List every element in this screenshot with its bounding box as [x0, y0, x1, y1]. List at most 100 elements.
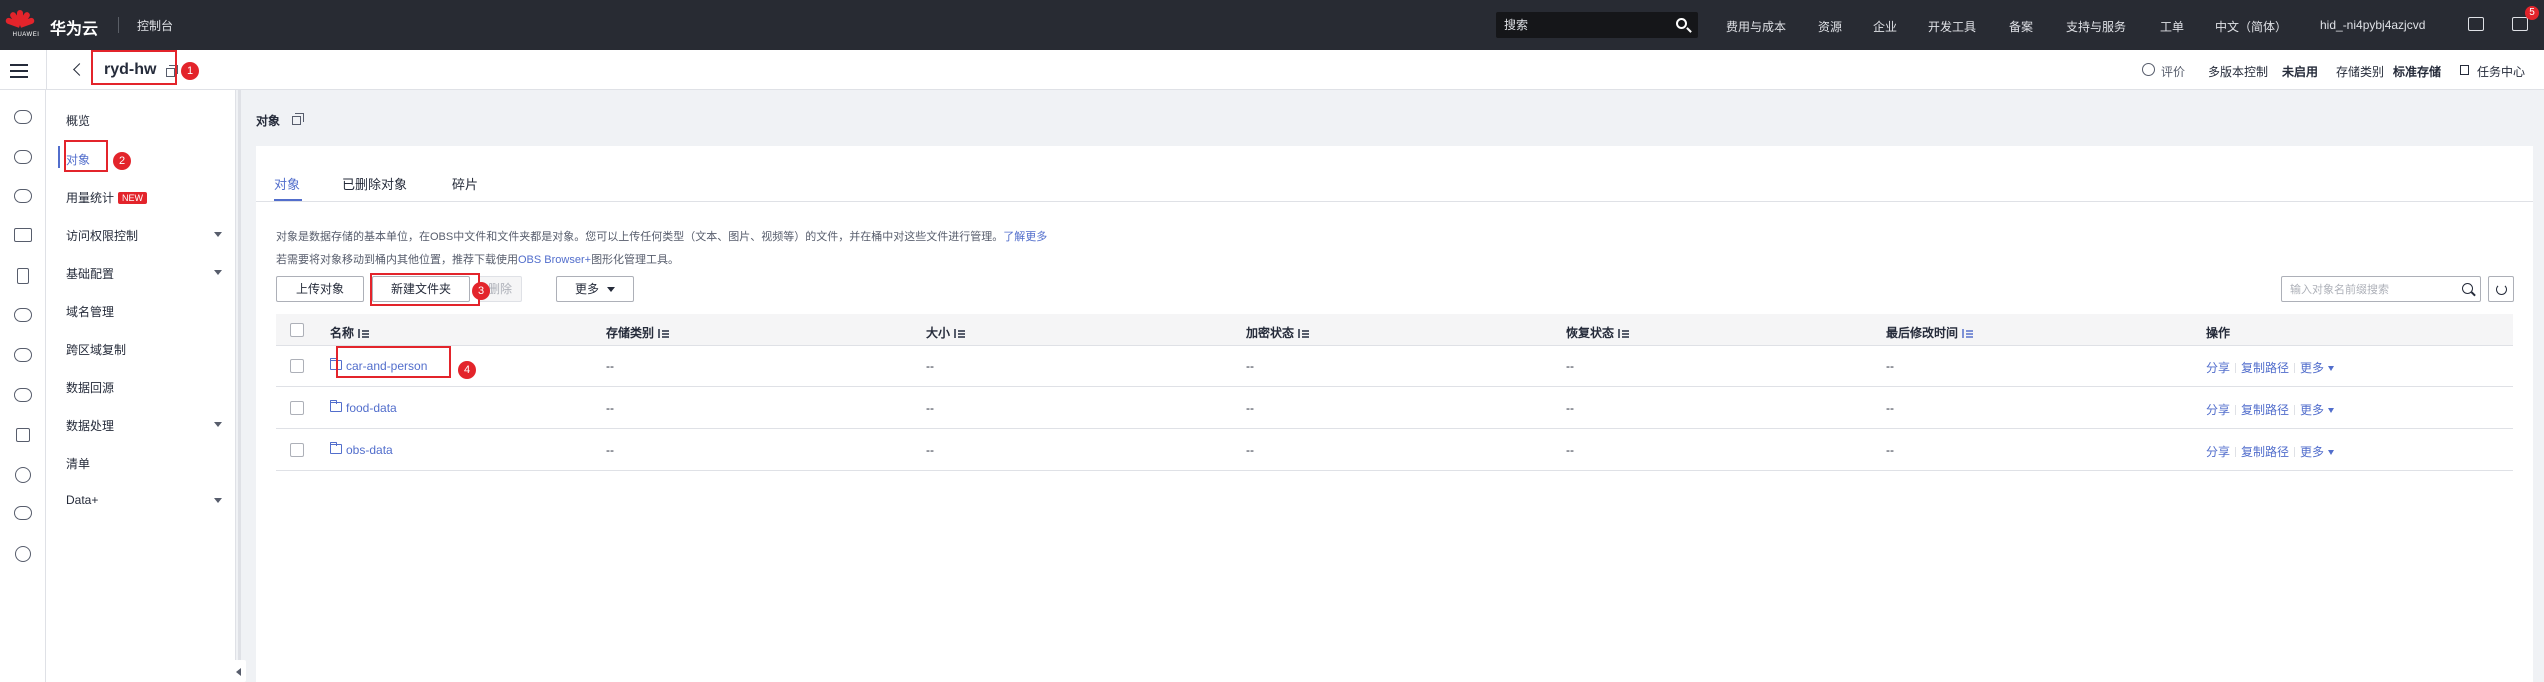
copy-icon[interactable] [292, 113, 304, 125]
cloud-compute-icon[interactable] [14, 150, 32, 164]
tab-deleted-objects[interactable]: 已删除对象 [342, 174, 407, 193]
chevron-down-icon[interactable] [214, 422, 222, 427]
document-icon[interactable] [17, 268, 29, 284]
sidebar-item-back-to-source[interactable]: 数据回源 [66, 379, 114, 396]
huawei-logo[interactable]: HUAWEI [4, 8, 39, 42]
sidebar-item-inventory[interactable]: 清单 [66, 455, 90, 472]
object-name-link[interactable]: obs-data [346, 443, 393, 457]
learn-more-link[interactable]: 了解更多 [1003, 231, 1047, 243]
page-title: 对象 [256, 114, 281, 128]
sidebar-item-overview[interactable]: 概览 [66, 112, 90, 129]
row-more-link[interactable]: 更多 [2300, 445, 2324, 459]
column-header-restore[interactable]: 恢复状态 [1566, 324, 1630, 341]
select-all-checkbox[interactable] [290, 323, 304, 337]
search-icon[interactable] [2462, 283, 2473, 294]
encryption-cell: -- [1246, 401, 1254, 415]
modified-cell: -- [1886, 401, 1894, 415]
brand-name[interactable]: 华为云 [50, 15, 98, 39]
user-account[interactable]: hid_-ni4pybj4azjcvd [2320, 18, 2425, 32]
sort-icon[interactable] [1618, 329, 1630, 338]
chevron-down-icon[interactable] [2328, 408, 2335, 413]
back-arrow-icon[interactable] [73, 63, 86, 76]
cloud-service-icon[interactable] [14, 110, 32, 124]
globe-icon[interactable] [15, 546, 31, 562]
share-link[interactable]: 分享 [2206, 403, 2230, 417]
nav-tickets[interactable]: 工单 [2160, 18, 2184, 35]
obs-browser-link[interactable]: OBS Browser+ [518, 254, 591, 266]
cloud-network-icon[interactable] [14, 506, 32, 520]
sort-icon[interactable] [1962, 329, 1974, 338]
chevron-down-icon[interactable] [214, 270, 222, 275]
sidebar-item-domain[interactable]: 域名管理 [66, 303, 114, 320]
task-center-link[interactable]: 任务中心 [2477, 63, 2525, 80]
nav-billing[interactable]: 费用与成本 [1726, 18, 1786, 35]
chevron-down-icon[interactable] [214, 232, 222, 237]
smile-icon[interactable] [2142, 63, 2155, 76]
column-label: 大小 [926, 326, 951, 340]
sidebar-item-basic-config[interactable]: 基础配置 [66, 265, 114, 282]
nav-enterprise[interactable]: 企业 [1873, 18, 1897, 35]
copy-path-link[interactable]: 复制路径 [2241, 445, 2289, 459]
row-more-link[interactable]: 更多 [2300, 403, 2324, 417]
prefix-search-input[interactable] [2290, 282, 2450, 297]
column-header-storage-class[interactable]: 存储类别 [606, 324, 670, 341]
database-icon[interactable] [14, 189, 32, 203]
message-icon[interactable] [2512, 17, 2528, 31]
chart-icon[interactable] [14, 228, 32, 242]
task-center-icon[interactable] [2460, 65, 2469, 75]
copy-path-link[interactable]: 复制路径 [2241, 361, 2289, 375]
console-link[interactable]: 控制台 [137, 17, 173, 34]
chevron-down-icon[interactable] [2328, 366, 2335, 371]
anchor-icon[interactable] [16, 428, 30, 442]
global-search-input[interactable] [1504, 17, 1664, 33]
nav-resources[interactable]: 资源 [1818, 18, 1842, 35]
chat-icon[interactable] [15, 467, 31, 483]
sort-icon[interactable] [954, 329, 966, 338]
column-header-name[interactable]: 名称 [330, 324, 370, 341]
object-name-link[interactable]: food-data [346, 401, 397, 415]
sidebar-item-usage[interactable]: 用量统计 NEW [66, 189, 148, 206]
column-header-encryption[interactable]: 加密状态 [1246, 324, 1310, 341]
cloud-icon[interactable] [14, 308, 32, 322]
chevron-down-icon[interactable] [214, 498, 222, 503]
row-checkbox[interactable] [290, 359, 304, 373]
cloud-upload-icon[interactable] [14, 348, 32, 362]
sort-icon[interactable] [658, 329, 670, 338]
upload-object-button[interactable]: 上传对象 [276, 276, 364, 302]
sort-icon[interactable] [358, 329, 370, 338]
column-header-actions: 操作 [2206, 326, 2231, 340]
sidebar-item-access-control[interactable]: 访问权限控制 [66, 227, 138, 244]
rate-link[interactable]: 评价 [2161, 63, 2185, 80]
column-header-size[interactable]: 大小 [926, 324, 966, 341]
cloud-shell-icon[interactable] [2468, 17, 2484, 31]
share-link[interactable]: 分享 [2206, 445, 2230, 459]
more-actions-button[interactable]: 更多 [556, 276, 634, 302]
row-actions: 分享 复制路径 更多 [2206, 359, 2335, 376]
row-more-link[interactable]: 更多 [2300, 361, 2324, 375]
nav-filing[interactable]: 备案 [2009, 18, 2033, 35]
sort-icon[interactable] [1298, 329, 1310, 338]
logo-caption: HUAWEI [12, 32, 40, 38]
column-header-last-modified[interactable]: 最后修改时间 [1886, 324, 1974, 341]
global-search[interactable] [1496, 12, 1698, 38]
chevron-down-icon[interactable] [2328, 450, 2335, 455]
copy-path-link[interactable]: 复制路径 [2241, 403, 2289, 417]
sidebar-item-data-plus[interactable]: Data+ [66, 493, 98, 507]
language-selector[interactable]: 中文（简体） [2215, 18, 2287, 35]
refresh-button[interactable] [2488, 276, 2514, 302]
nav-dev-tools[interactable]: 开发工具 [1928, 18, 1976, 35]
tab-fragments[interactable]: 碎片 [452, 174, 478, 193]
row-checkbox[interactable] [290, 401, 304, 415]
sidebar-item-cross-region[interactable]: 跨区域复制 [66, 341, 126, 358]
cloud-sync-icon[interactable] [14, 388, 32, 402]
storage-class-value: 标准存储 [2393, 65, 2442, 79]
nav-support[interactable]: 支持与服务 [2066, 18, 2126, 35]
collapse-sidebar-button[interactable] [232, 660, 246, 682]
row-checkbox[interactable] [290, 443, 304, 457]
search-icon[interactable] [1676, 18, 1687, 29]
menu-icon[interactable] [10, 64, 28, 78]
sidebar-item-data-processing[interactable]: 数据处理 [66, 417, 114, 434]
share-link[interactable]: 分享 [2206, 361, 2230, 375]
tab-objects[interactable]: 对象 [274, 174, 300, 193]
prefix-search[interactable] [2281, 276, 2481, 302]
